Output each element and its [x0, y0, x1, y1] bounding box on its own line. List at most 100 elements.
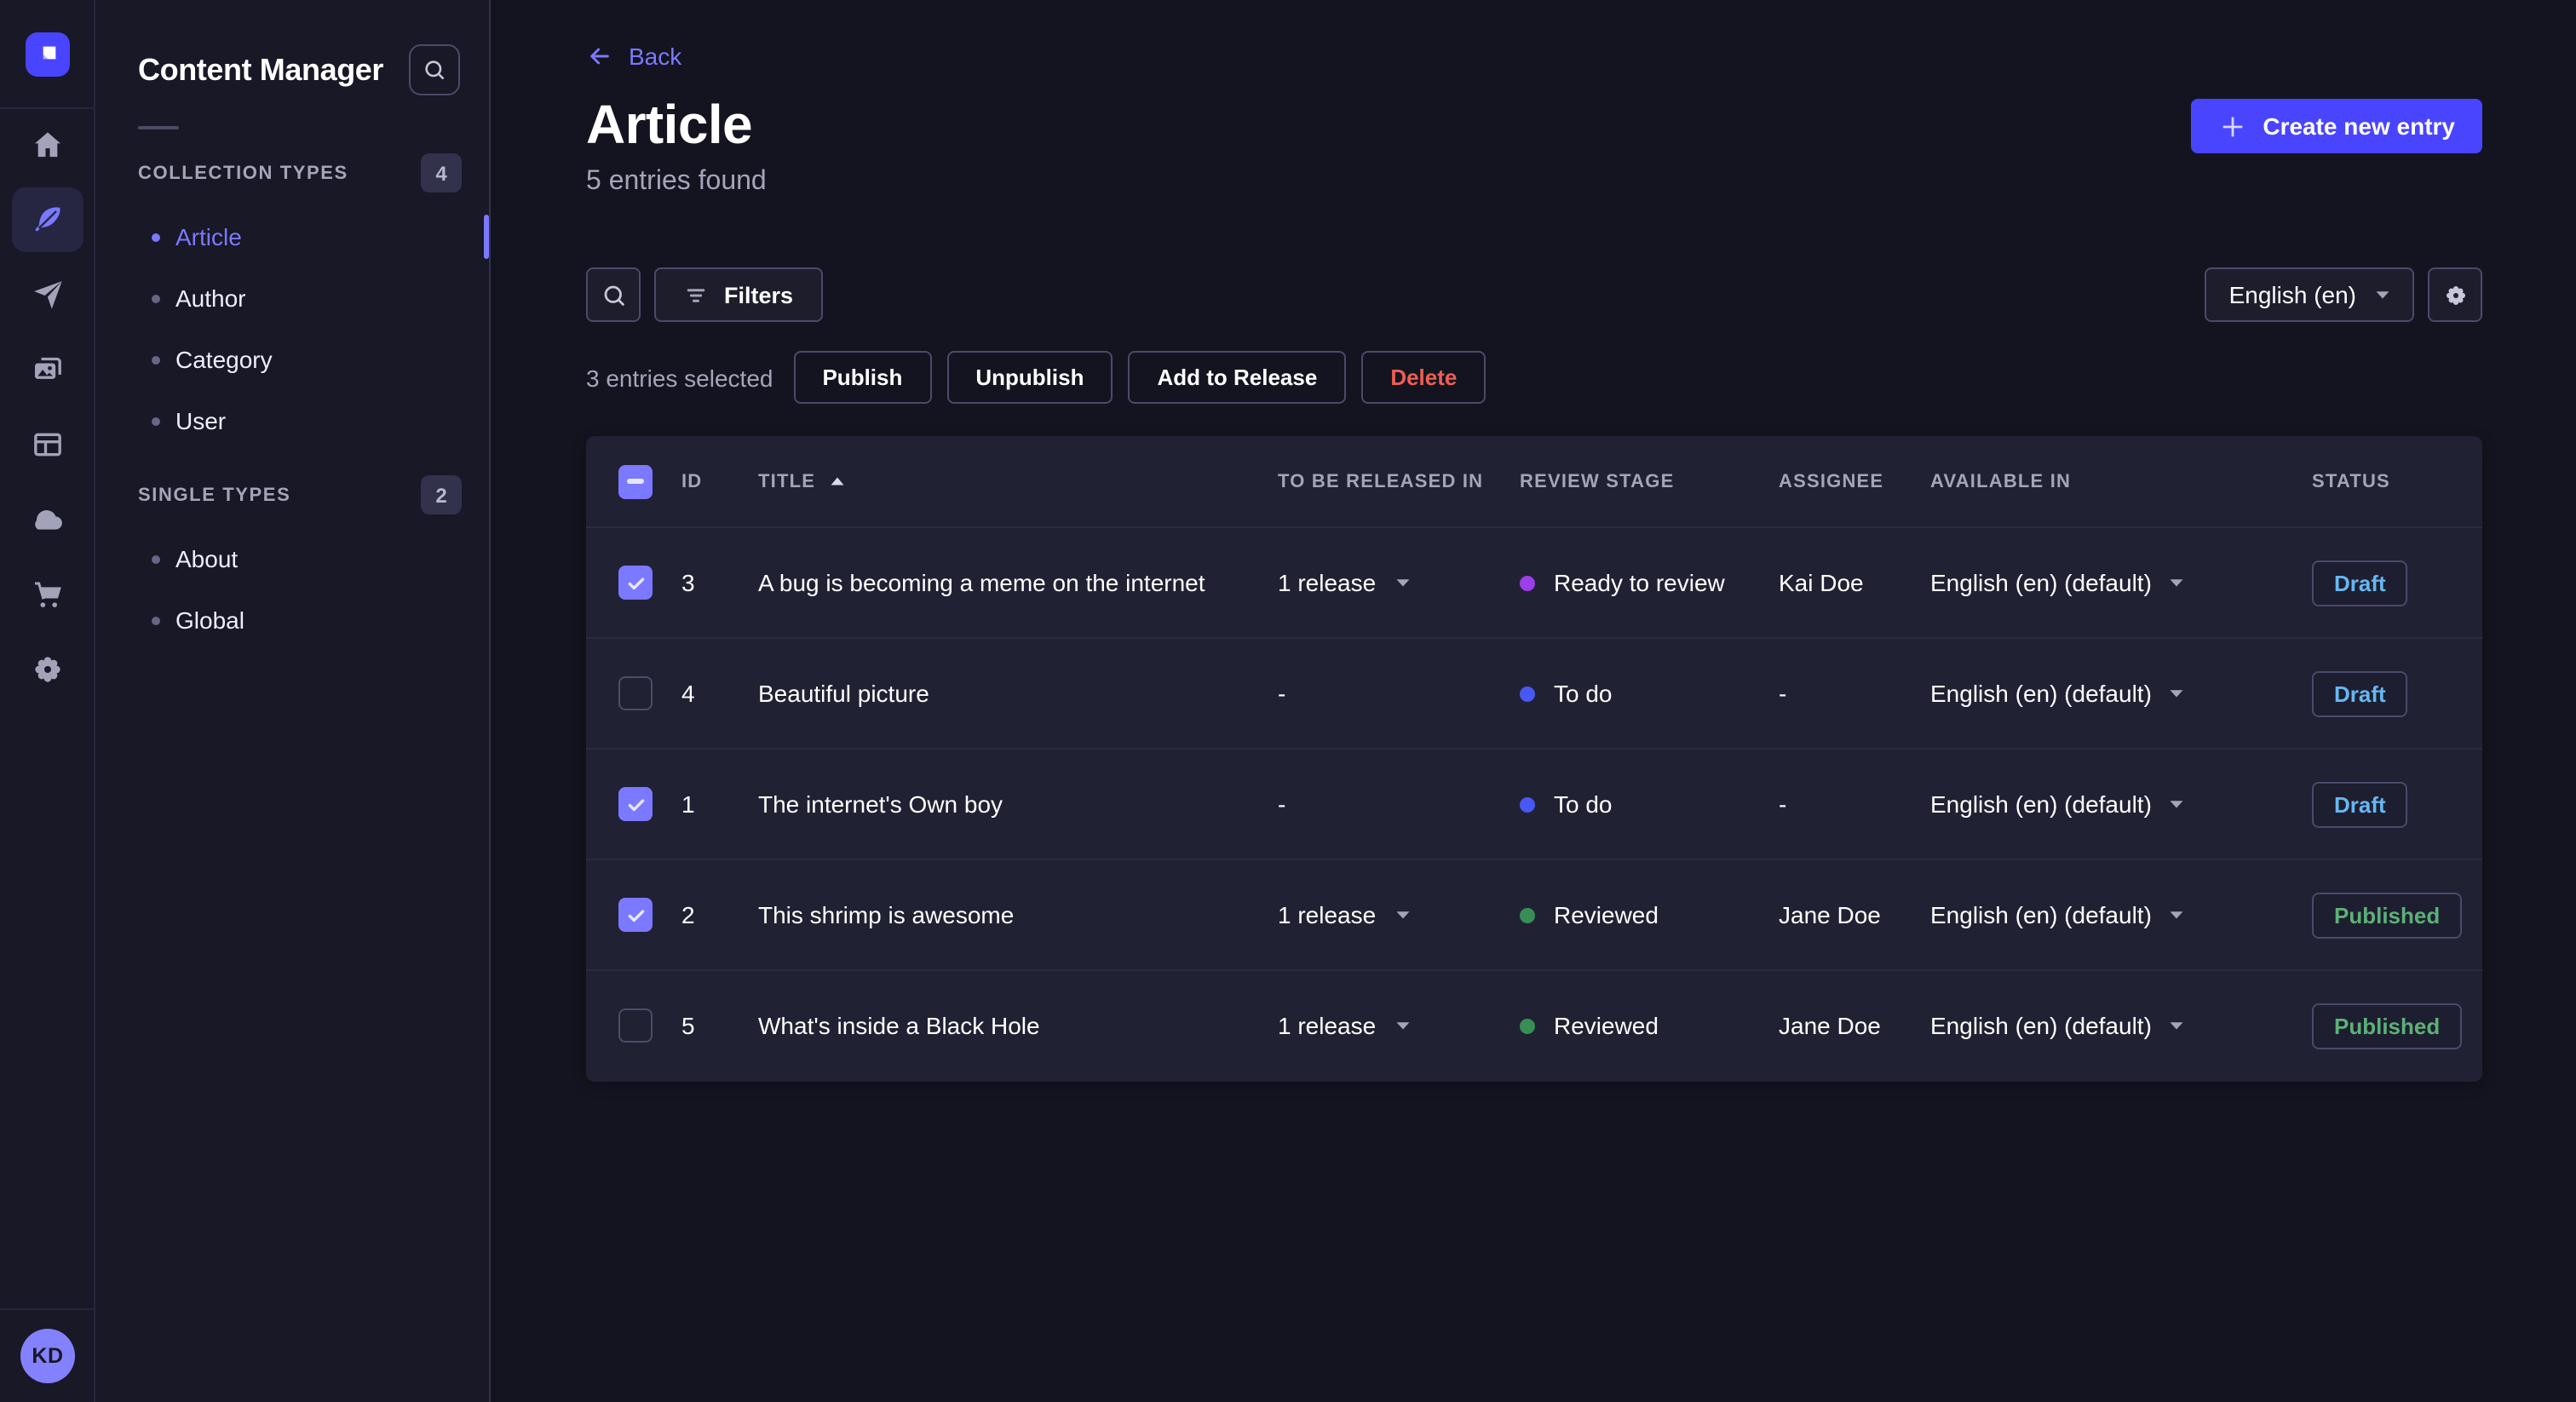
bullet-icon — [152, 233, 160, 241]
sidebar-item-label: About — [175, 545, 239, 572]
home-icon — [35, 132, 60, 158]
check-icon — [627, 577, 644, 589]
rail-item-content-type-builder[interactable] — [0, 407, 95, 482]
toolbar-left: Filters — [586, 267, 823, 322]
media-library-icon — [35, 357, 61, 379]
rail-footer: KD — [0, 1308, 95, 1402]
sidebar-header: Content Manager — [95, 0, 489, 95]
sidebar-divider — [138, 126, 179, 129]
cell-available-in[interactable]: English (en) (default) — [1930, 1012, 2312, 1039]
row-checkbox[interactable] — [618, 676, 653, 710]
cell-release[interactable]: 1 release — [1278, 1012, 1520, 1039]
cell-available-in[interactable]: English (en) (default) — [1930, 680, 2312, 707]
column-header-available-in[interactable]: AVAILABLE IN — [1930, 471, 2312, 491]
strapi-logo-glyph — [42, 45, 55, 59]
sidebar-item-category[interactable]: Category — [95, 329, 489, 390]
locale-value: English (en) (default) — [1930, 569, 2152, 596]
table-row[interactable]: 4 Beautiful picture - To do - English (e… — [586, 637, 2482, 748]
rail-item-marketplace[interactable] — [0, 557, 95, 632]
select-all-checkbox[interactable] — [618, 464, 653, 498]
section-collection-types: COLLECTION TYPES 4 Article Author Catego… — [95, 153, 489, 451]
stage-label: Reviewed — [1554, 1012, 1659, 1039]
cell-available-in[interactable]: English (en) (default) — [1930, 569, 2312, 596]
locale-value: English (en) (default) — [1930, 1012, 2152, 1039]
toolbar: Filters English (en) — [586, 267, 2482, 322]
list-settings-button[interactable] — [2428, 267, 2482, 322]
stage-dot-icon — [1520, 907, 1535, 922]
release-value: - — [1278, 680, 1286, 707]
bullet-icon — [152, 355, 160, 364]
cell-available-in[interactable]: English (en) (default) — [1930, 901, 2312, 928]
sidebar-item-author[interactable]: Author — [95, 267, 489, 329]
rail-icon-list — [0, 107, 95, 707]
cell-title: A bug is becoming a meme on the internet — [758, 569, 1205, 596]
feather-icon — [35, 207, 60, 232]
row-checkbox[interactable] — [618, 566, 653, 600]
row-checkbox-cell — [586, 1008, 681, 1043]
create-new-entry-button[interactable]: Create new entry — [2191, 99, 2482, 153]
delete-button[interactable]: Delete — [1361, 351, 1486, 404]
sidebar-item-about[interactable]: About — [95, 528, 489, 589]
arrow-left-icon — [590, 48, 609, 65]
rail-item-home[interactable] — [0, 107, 95, 182]
sidebar-item-user[interactable]: User — [95, 390, 489, 451]
rail-item-content-manager[interactable] — [0, 182, 95, 257]
cell-status: Draft — [2312, 670, 2482, 716]
gear-icon — [2446, 285, 2464, 304]
cell-review-stage: To do — [1520, 790, 1779, 818]
search-button[interactable] — [586, 267, 641, 322]
sidebar-item-label: User — [175, 407, 227, 434]
cell-release[interactable]: 1 release — [1278, 901, 1520, 928]
strapi-logo[interactable] — [25, 32, 69, 76]
column-header-id[interactable]: ID — [681, 471, 758, 491]
sidebar-item-global[interactable]: Global — [95, 589, 489, 651]
user-avatar[interactable]: KD — [20, 1329, 75, 1383]
sidebar-title: Content Manager — [138, 52, 384, 86]
chevron-down-icon — [2170, 690, 2183, 698]
row-checkbox[interactable] — [618, 787, 653, 821]
locale-value: English (en) (default) — [1930, 680, 2152, 707]
row-checkbox[interactable] — [618, 898, 653, 932]
rail-item-settings[interactable] — [0, 632, 95, 707]
rail-item-media-library[interactable] — [0, 332, 95, 407]
column-header-review-stage[interactable]: REVIEW STAGE — [1520, 471, 1779, 491]
column-header-assignee[interactable]: ASSIGNEE — [1779, 471, 1930, 491]
filters-button[interactable]: Filters — [654, 267, 823, 322]
sidebar-item-label: Category — [175, 346, 273, 373]
bullet-icon — [152, 616, 160, 624]
content-manager-sidebar: Content Manager COLLECTION TYPES 4 Artic… — [95, 0, 491, 1402]
column-header-status[interactable]: STATUS — [2312, 471, 2482, 491]
cell-id: 2 — [681, 901, 695, 928]
cell-available-in[interactable]: English (en) (default) — [1930, 790, 2312, 818]
back-link[interactable]: Back — [586, 43, 681, 70]
table-row[interactable]: 5 What's inside a Black Hole 1 release R… — [586, 969, 2482, 1080]
gear-icon — [35, 657, 60, 682]
chevron-down-icon — [2170, 579, 2183, 587]
sidebar-item-label: Global — [175, 606, 244, 634]
rail-item-cloud[interactable] — [0, 482, 95, 557]
table-row[interactable]: 2 This shrimp is awesome 1 release Revie… — [586, 859, 2482, 969]
row-checkbox[interactable] — [618, 1008, 653, 1043]
cell-status: Draft — [2312, 781, 2482, 827]
column-header-title[interactable]: TITLE — [758, 471, 1278, 491]
table-row[interactable]: 3 A bug is becoming a meme on the intern… — [586, 526, 2482, 637]
unpublish-button[interactable]: Unpublish — [946, 351, 1113, 404]
release-value: 1 release — [1278, 569, 1377, 596]
cell-id: 4 — [681, 680, 695, 707]
sort-asc-icon[interactable] — [829, 475, 844, 487]
cell-release: - — [1278, 680, 1520, 707]
section-items: About Global — [95, 528, 489, 651]
publish-button[interactable]: Publish — [793, 351, 932, 404]
table-row[interactable]: 1 The internet's Own boy - To do - Engli… — [586, 748, 2482, 859]
sidebar-search-button[interactable] — [409, 44, 460, 95]
stage-dot-icon — [1520, 1018, 1535, 1033]
header-checkbox-cell — [586, 464, 681, 498]
locale-select[interactable]: English (en) — [2205, 267, 2414, 322]
cell-assignee: - — [1779, 790, 1787, 818]
create-new-entry-label: Create new entry — [2263, 112, 2455, 140]
rail-item-releases[interactable] — [0, 257, 95, 332]
column-header-to-be-released-in[interactable]: TO BE RELEASED IN — [1278, 471, 1520, 491]
sidebar-item-article[interactable]: Article — [95, 206, 489, 267]
cell-release[interactable]: 1 release — [1278, 569, 1520, 596]
add-to-release-button[interactable]: Add to Release — [1128, 351, 1347, 404]
